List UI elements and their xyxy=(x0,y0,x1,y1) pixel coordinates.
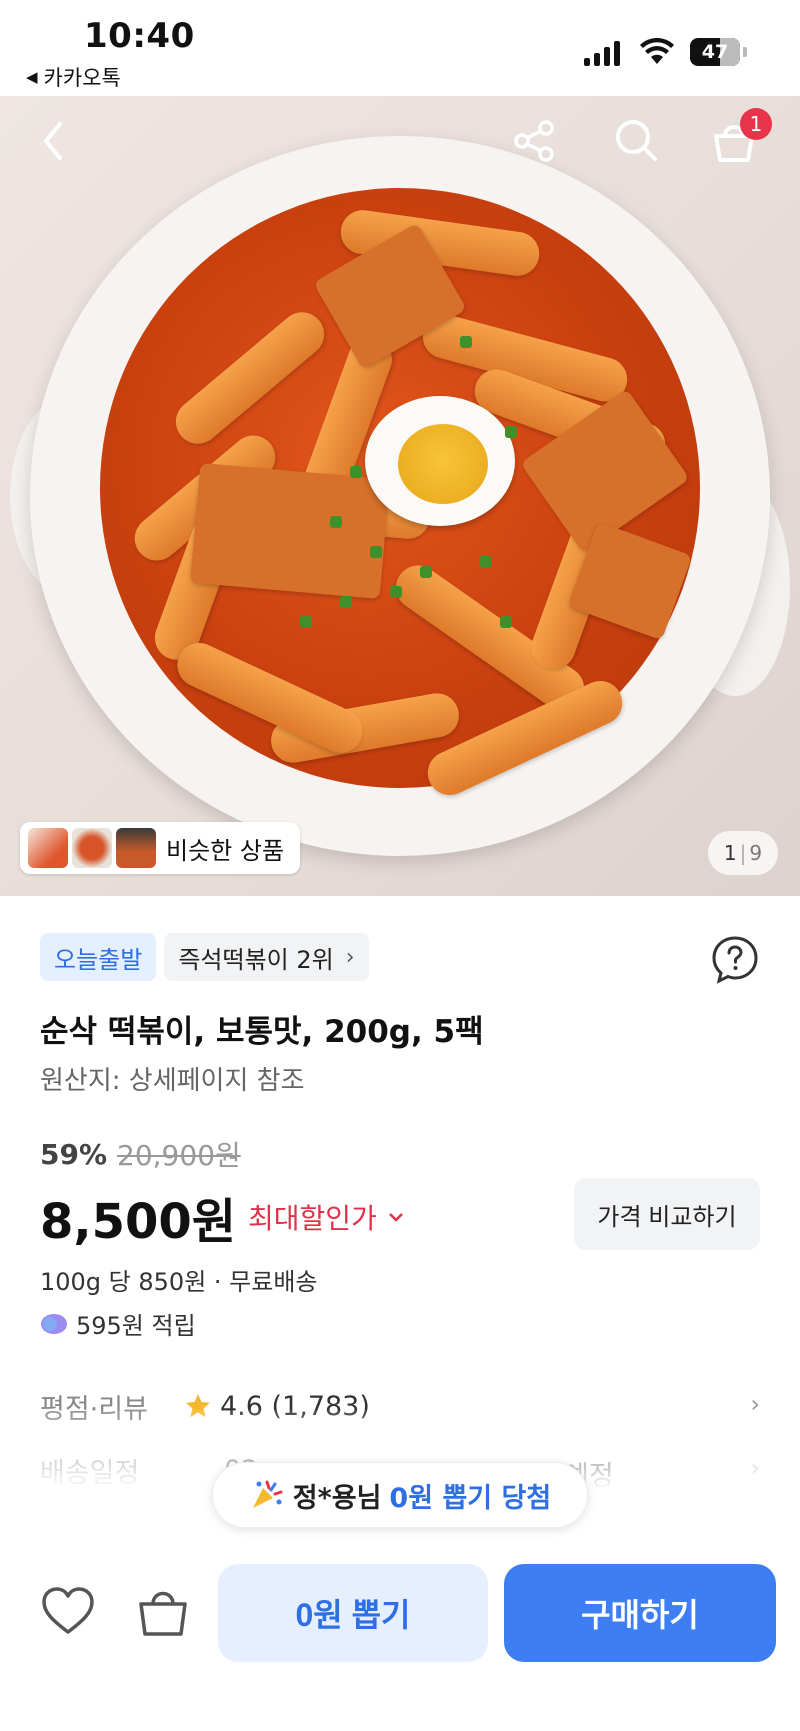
original-price: 20,900원 xyxy=(117,1139,241,1172)
share-icon[interactable] xyxy=(512,118,558,164)
back-to-app-link[interactable]: ◀ 카카오톡 xyxy=(26,62,121,92)
buy-button[interactable]: 구매하기 xyxy=(504,1564,776,1662)
battery-tip xyxy=(743,47,747,57)
product-tags: 오늘출발 즉석떡볶이 2위 › xyxy=(40,933,369,981)
back-arrow-icon[interactable] xyxy=(36,118,70,164)
back-triangle-icon: ◀ xyxy=(26,68,38,86)
scallion xyxy=(300,616,312,628)
product-image[interactable]: 1 비슷한 상품 1 | 9 xyxy=(0,96,800,896)
scallion xyxy=(460,336,472,348)
toast-highlight: 0원 뽑기 당첨 xyxy=(389,1482,552,1514)
tag-today-ship: 오늘출발 xyxy=(40,933,157,981)
unit-price-shipping: 100g 당 850원 · 무료배송 xyxy=(40,1268,318,1296)
similar-thumbnail xyxy=(28,828,68,868)
scallion xyxy=(505,426,517,438)
points-label: 595원 적립 xyxy=(76,1312,196,1340)
scallion xyxy=(350,466,362,478)
scallion xyxy=(370,546,382,558)
help-bubble-icon[interactable] xyxy=(710,934,760,984)
hero-nav: 1 xyxy=(0,96,800,196)
similar-products-label: 비슷한 상품 xyxy=(166,836,285,865)
battery-icon: 47 xyxy=(690,38,740,66)
wifi-icon xyxy=(640,38,674,64)
sale-price: 8,500원 xyxy=(40,1194,236,1250)
pager-total: 9 xyxy=(749,841,763,865)
product-title: 순삭 떡볶이, 보통맛, 200g, 5팩 xyxy=(40,1014,484,1050)
scallion xyxy=(390,586,402,598)
points-coin-icon xyxy=(41,1313,67,1334)
add-to-cart-icon[interactable] xyxy=(136,1584,190,1640)
scallion xyxy=(420,566,432,578)
winner-toast: 정*용님 0원 뽑기 당첨 xyxy=(212,1462,588,1528)
battery-level: 47 xyxy=(701,41,729,63)
cart-count-badge: 1 xyxy=(740,108,772,140)
egg-yolk xyxy=(398,424,488,504)
scallion xyxy=(480,556,492,568)
ranking-tag[interactable]: 즉석떡볶이 2위 › xyxy=(164,933,369,981)
product-origin: 원산지: 상세페이지 참조 xyxy=(40,1066,305,1096)
similar-thumbnail xyxy=(116,828,156,868)
scallion xyxy=(340,596,352,608)
back-app-label: 카카오톡 xyxy=(43,66,121,90)
heart-icon[interactable] xyxy=(40,1584,96,1640)
max-discount-label: 최대할인가 xyxy=(248,1202,377,1235)
cellular-signal-icon xyxy=(584,40,620,66)
compare-price-button[interactable]: 가격 비교하기 xyxy=(574,1178,760,1250)
chevron-down-icon xyxy=(388,1213,403,1222)
status-time: 10:40 xyxy=(84,16,195,56)
search-icon[interactable] xyxy=(612,116,660,164)
ranking-tag-label: 즉석떡볶이 2위 xyxy=(178,945,334,974)
pager-current: 1 xyxy=(723,841,737,865)
chevron-right-icon: › xyxy=(345,944,355,970)
fish-cake xyxy=(190,462,390,600)
bottom-action-bar: 0원 뽑기 구매하기 xyxy=(0,1540,800,1731)
discount-row: 59% 20,900원 xyxy=(40,1134,241,1174)
points-row: 595원 적립 xyxy=(40,1306,196,1341)
similar-thumbnail xyxy=(72,828,112,868)
discount-rate: 59% xyxy=(40,1137,108,1171)
scallion xyxy=(330,516,342,528)
status-bar: 10:40 ◀ 카카오톡 47 xyxy=(0,0,800,96)
party-popper-icon xyxy=(252,1480,283,1508)
zero-won-draw-button[interactable]: 0원 뽑기 xyxy=(218,1564,488,1662)
toast-prefix: 정*용님 xyxy=(292,1482,382,1514)
image-pager: 1 | 9 xyxy=(708,831,778,875)
price-row: 8,500원 최대할인가 xyxy=(40,1182,405,1252)
similar-products-button[interactable]: 비슷한 상품 xyxy=(20,822,301,874)
scallion xyxy=(500,616,512,628)
max-discount-dropdown[interactable]: 최대할인가 xyxy=(248,1197,405,1237)
